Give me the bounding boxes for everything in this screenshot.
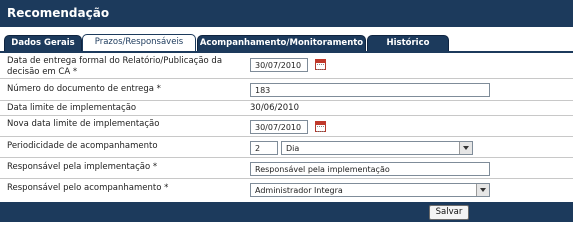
save-button[interactable]: Salvar	[429, 205, 469, 220]
nova-data-label: Nova data limite de implementação	[7, 119, 160, 129]
numero-documento-label: Número do documento de entrega *	[7, 84, 161, 94]
data-limite-value: 30/06/2010	[250, 103, 299, 113]
tab-dados-gerais[interactable]: Dados Gerais	[4, 35, 82, 52]
resp-impl-field[interactable]: Responsável pela implementação	[250, 162, 490, 176]
tab-acompanhamento-monitoramento[interactable]: Acompanhamento/Monitoramento	[197, 35, 366, 52]
periodicidade-numero-field[interactable]: 2	[250, 141, 278, 155]
resp-acomp-select[interactable]: Administrador Integra	[250, 183, 490, 197]
row-data-entrega: Data de entrega formal do Relatório/Publ…	[0, 53, 573, 79]
resp-acomp-value: Administrador Integra	[255, 186, 343, 195]
data-limite-label: Data limite de implementação	[7, 103, 137, 113]
row-nova-data-limite: Nova data limite de implementação 30/07/…	[0, 116, 573, 137]
footer-bar: Salvar	[0, 202, 573, 222]
chevron-down-icon[interactable]	[459, 142, 472, 154]
row-periodicidade: Periodicidade de acompanhamento 2 Dia	[0, 137, 573, 158]
nova-data-field[interactable]: 30/07/2010	[250, 120, 308, 134]
periodicidade-unidade-select[interactable]: Dia	[281, 141, 473, 155]
chevron-down-icon[interactable]	[476, 184, 489, 196]
row-resp-implementacao: Responsável pela implementação * Respons…	[0, 158, 573, 179]
resp-acomp-label: Responsável pelo acompanhamento *	[7, 183, 169, 193]
calendar-icon[interactable]	[315, 121, 326, 132]
data-entrega-label: Data de entrega formal do Relatório/Publ…	[7, 56, 223, 77]
row-resp-acompanhamento: Responsável pelo acompanhamento * Admini…	[0, 179, 573, 200]
tab-strip: Dados Gerais Prazos/Responsáveis Acompan…	[0, 27, 573, 53]
resp-impl-label: Responsável pela implementação *	[7, 162, 158, 172]
form-panel: Data de entrega formal do Relatório/Publ…	[0, 53, 573, 200]
window-title: Recomendação	[0, 0, 573, 27]
periodicidade-unidade-value: Dia	[286, 144, 300, 153]
row-data-limite: Data limite de implementação 30/06/2010	[0, 101, 573, 116]
calendar-icon[interactable]	[315, 59, 326, 70]
row-numero-documento: Número do documento de entrega * 183	[0, 79, 573, 101]
numero-documento-field[interactable]: 183	[250, 83, 490, 97]
tab-historico[interactable]: Histórico	[367, 35, 449, 52]
data-entrega-field[interactable]: 30/07/2010	[250, 58, 308, 72]
periodicidade-label: Periodicidade de acompanhamento	[7, 141, 158, 151]
